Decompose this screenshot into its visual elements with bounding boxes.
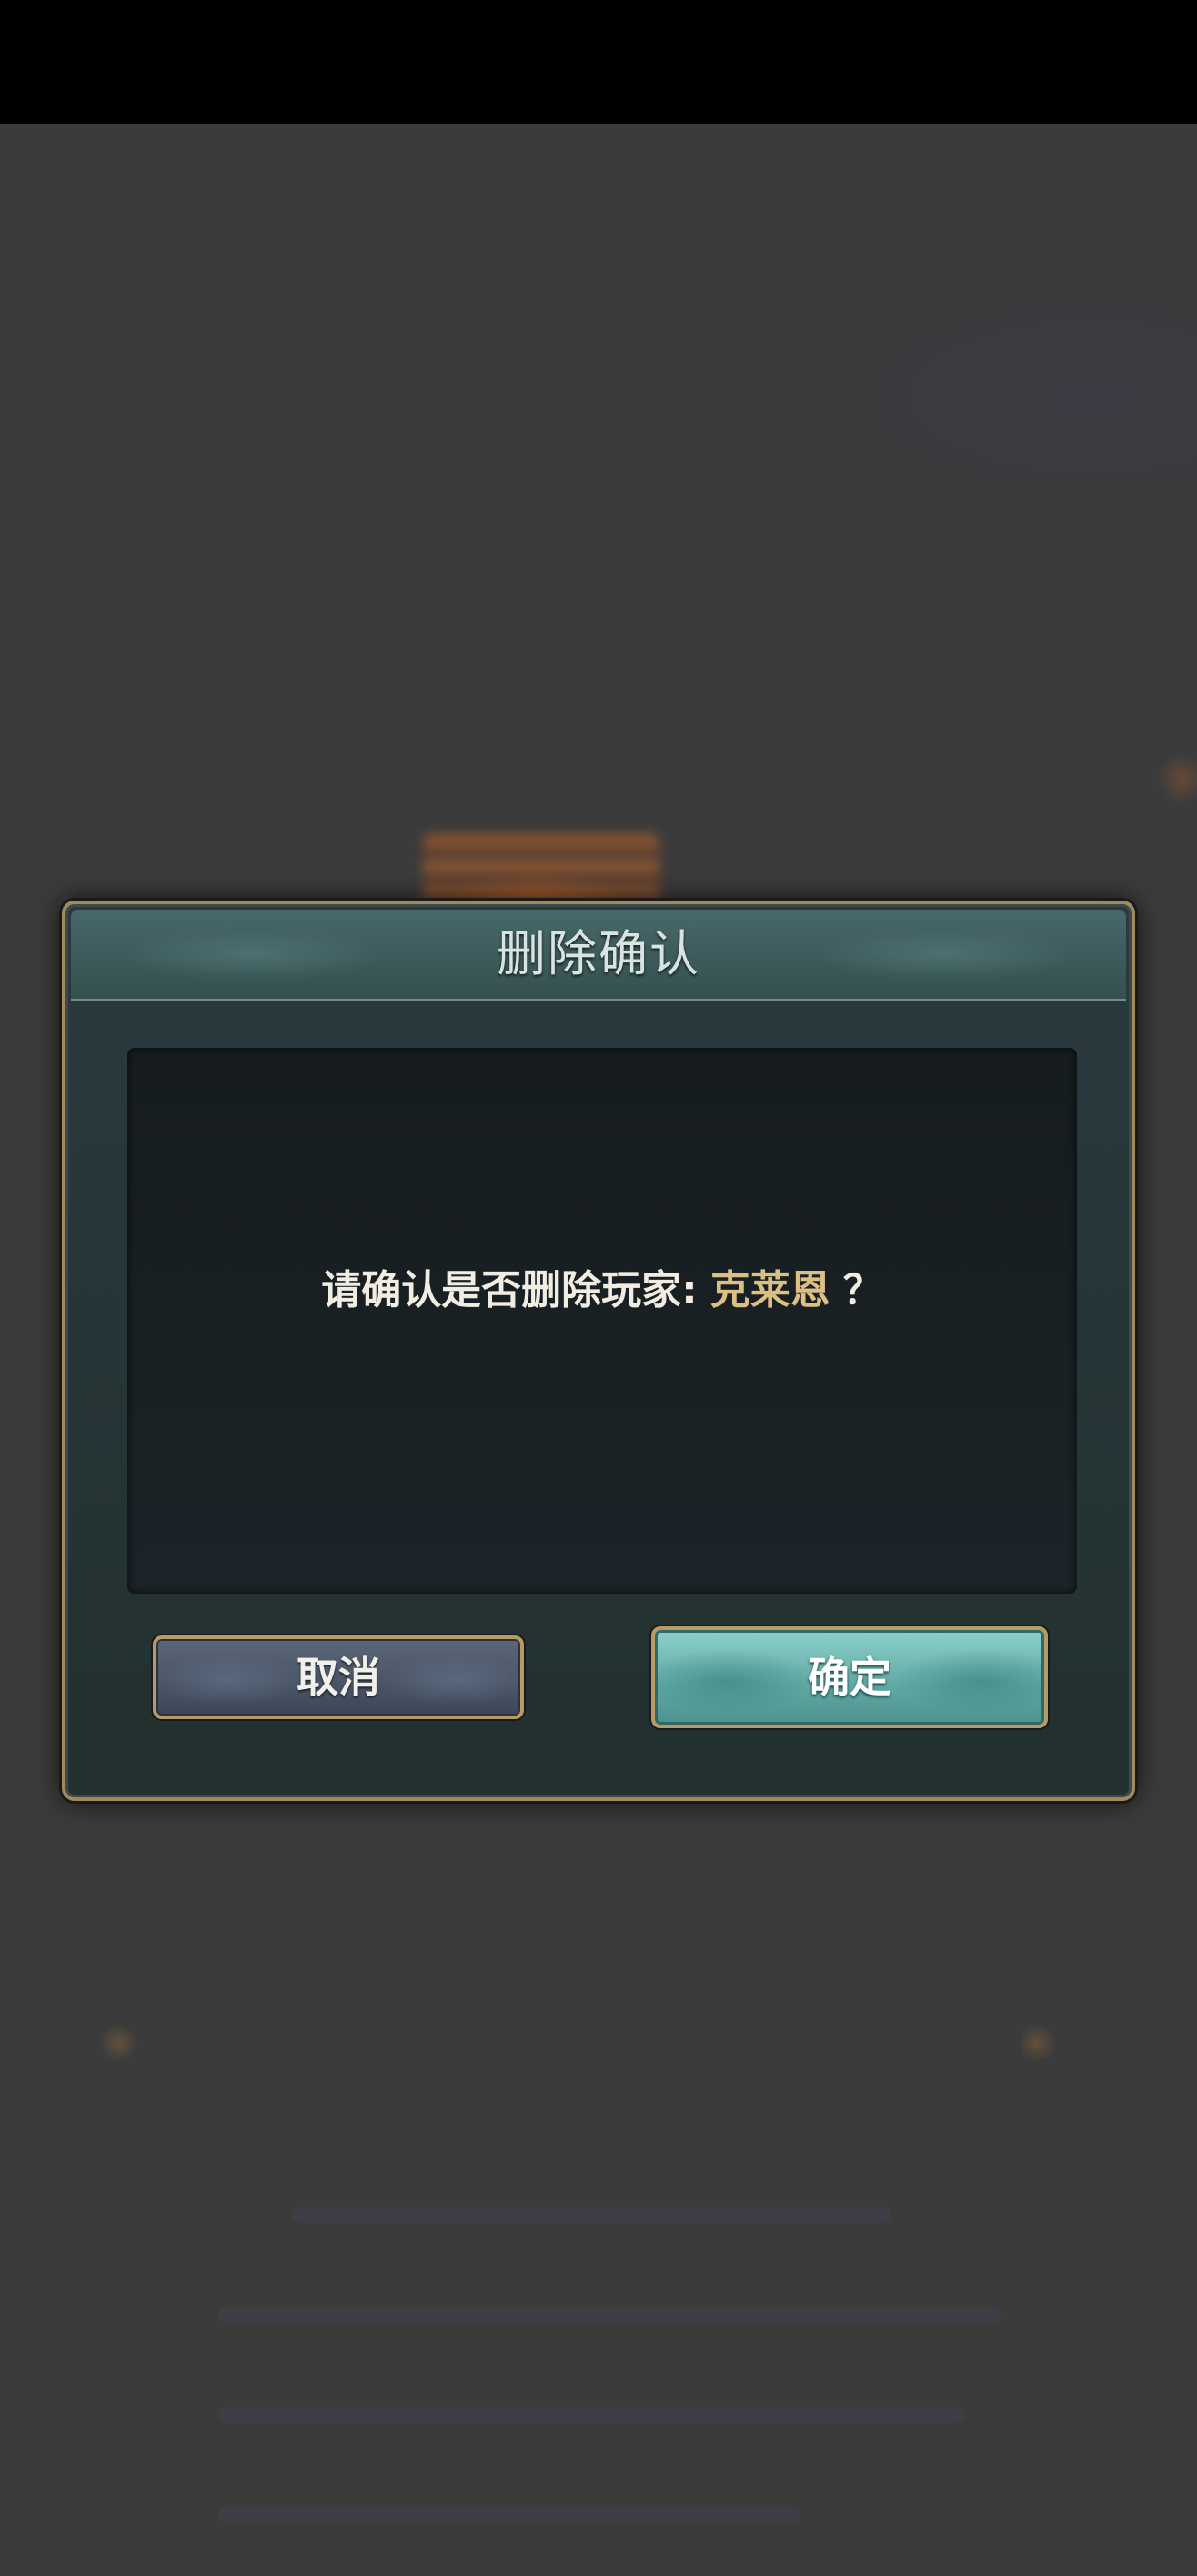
status-bar [0,0,1197,124]
dialog-title: 删除确认 [497,925,700,982]
message-panel: 请确认是否删除玩家: 克莱恩 ？ [127,1048,1077,1594]
confirm-message: 请确认是否删除玩家: 克莱恩 ？ [127,1257,1077,1315]
backdrop-text-line [218,2307,1001,2323]
message-suffix: ？ [842,1267,883,1313]
cancel-button[interactable]: 取消 [153,1635,524,1719]
backdrop-text-line [291,2207,891,2223]
backdrop-text-line [218,2407,964,2423]
backdrop-text-line [218,2507,800,2523]
delete-confirm-dialog: 删除确认 请确认是否删除玩家: 克莱恩 ？ 取消 确定 [62,901,1135,1801]
cancel-button-label: 取消 [297,1653,380,1702]
confirm-button-label: 确定 [808,1653,891,1702]
dialog-header: 删除确认 [71,910,1126,1001]
message-prefix: 请确认是否删除玩家: [321,1267,698,1313]
player-name: 克莱恩 [709,1267,830,1313]
confirm-button[interactable]: 确定 [651,1626,1048,1728]
